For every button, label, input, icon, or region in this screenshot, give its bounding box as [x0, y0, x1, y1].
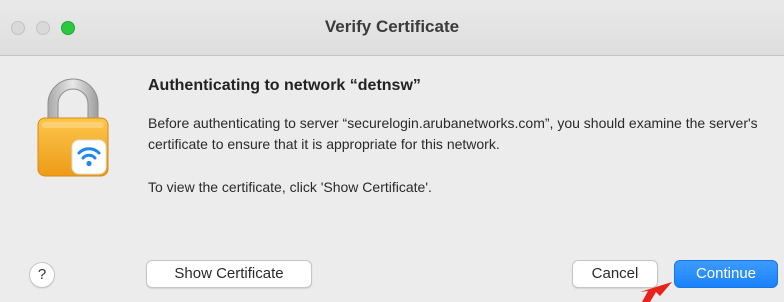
help-button[interactable]: ? — [29, 262, 55, 288]
lock-wifi-icon — [37, 78, 109, 177]
dialog-heading: Authenticating to network “detnsw” — [148, 77, 421, 94]
title-bar: Verify Certificate — [0, 0, 784, 56]
window-title: Verify Certificate — [324, 17, 460, 36]
red-arrow-annotation-icon — [600, 282, 672, 302]
verify-certificate-dialog: Verify Certificate Authenticating to net… — [0, 0, 784, 302]
dialog-hint: To view the certificate, click 'Show Cer… — [148, 179, 432, 195]
dialog-message: Before authenticating to server “securel… — [148, 115, 758, 152]
show-certificate-button[interactable]: Show Certificate — [146, 260, 312, 288]
